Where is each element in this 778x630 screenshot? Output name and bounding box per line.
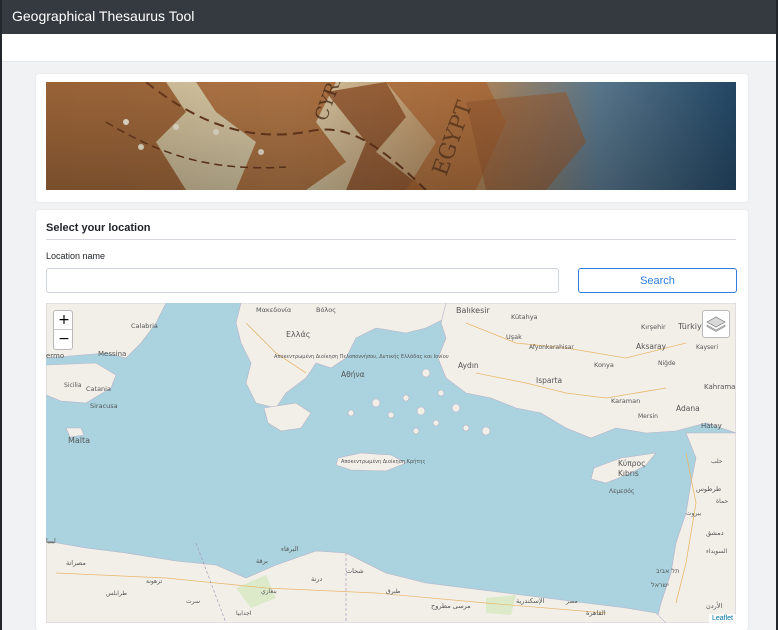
map-label: حماة [716,498,728,505]
map-label: Αθήνα [341,370,365,379]
map-label: الأردن [706,601,723,610]
map-label: Λεμεσός [609,488,634,495]
map-label: طبرق [386,588,401,595]
map-label: شحات [346,567,364,575]
map-attribution-link[interactable]: Leaflet [708,614,736,623]
map-label: ترهونة [146,578,162,585]
map-label: Kütahya [511,313,538,321]
map-label: السويداء [706,548,728,555]
map-label: Isparta [536,376,562,385]
map-label: Kırşehir [641,323,666,331]
section-title: Select your location [46,222,151,234]
map-label: برقة [256,557,268,565]
top-navbar: Geographical Thesaurus Tool [2,0,776,34]
search-button[interactable]: Search [578,268,737,293]
layers-icon [706,316,726,332]
map-label: البرقاء [281,545,299,553]
map-label: Aksaray [636,342,667,351]
location-card: Select your location Location name Searc… [36,210,748,630]
map-label: Adana [676,404,700,413]
map-label: Karaman [611,397,640,405]
banner-image: CYRE EGYPT [46,82,736,190]
map-label: Niğde [658,360,676,367]
map-label: ישראל [651,581,669,589]
map-label: Balıkesir [456,306,490,315]
map-label: Αποκεντρωμένη Διοίκηση Κρήτης [341,458,425,465]
map-label: Aydın [458,361,479,370]
zoom-in-button[interactable]: + [54,311,72,330]
location-name-label: Location name [46,251,106,261]
map-label: Calabria [131,322,158,330]
map-label: Afyonkarahisar [529,344,574,351]
zoom-control: + − [53,310,73,350]
zoom-out-button[interactable]: − [54,330,72,349]
map-label: مصر [565,598,578,605]
map-label: القاهرة [586,609,606,617]
map-label: مرسى مطروح [431,602,471,610]
map-label: Uşak [506,333,522,341]
map-label: Ελλάς [286,330,311,339]
map-label: سرت [186,598,200,605]
sub-navbar [2,34,776,62]
map-label: بنغازي [261,588,277,595]
map-label: Kahrama [704,383,735,391]
map-tiles: Μακεδονία Βόλος Balıkesir Kütahya Kırşeh… [46,303,736,623]
map-label: Μακεδονία [256,306,291,314]
map-label: Sicilia [64,382,82,389]
map-label: ليبيا [46,537,56,545]
map-label: Kayseri [696,344,718,351]
map-label: ermo [46,352,64,360]
map-label: اجدابيا [236,610,252,617]
layers-button[interactable] [702,310,730,338]
map-label: بيروت [686,510,702,517]
map-label: Catania [86,385,111,393]
map-label: Κύπρος [618,459,646,468]
map-view[interactable]: Μακεδονία Βόλος Balıkesir Kütahya Kırşeh… [46,303,736,623]
banner-card: CYRE EGYPT [36,74,748,202]
map-label: طرطوس [696,485,721,493]
map-label: Konya [594,361,614,369]
map-label: Βόλος [316,306,336,314]
map-label: حلب [711,458,723,465]
app-title: Geographical Thesaurus Tool [12,8,195,24]
map-label: طرابلس [106,590,127,597]
map-label: دمشق [706,529,724,537]
map-label: الإسكندرية [516,597,545,605]
location-name-input[interactable] [46,268,559,293]
map-label: Hatay [701,422,722,430]
map-label: Kıbrıs [618,469,639,478]
map-label: Malta [68,436,90,445]
map-label: תל אביב [656,567,679,575]
map-label: مصراتة [66,559,86,567]
map-label: Αποκεντρωμένη Διοίκηση Πελοποννήσου, Δυτ… [274,353,449,360]
map-label: Mersin [638,413,658,420]
map-label: Messina [98,350,126,358]
map-label: Siracusa [90,402,118,410]
map-label: درنة [311,575,322,583]
section-divider [46,239,736,240]
